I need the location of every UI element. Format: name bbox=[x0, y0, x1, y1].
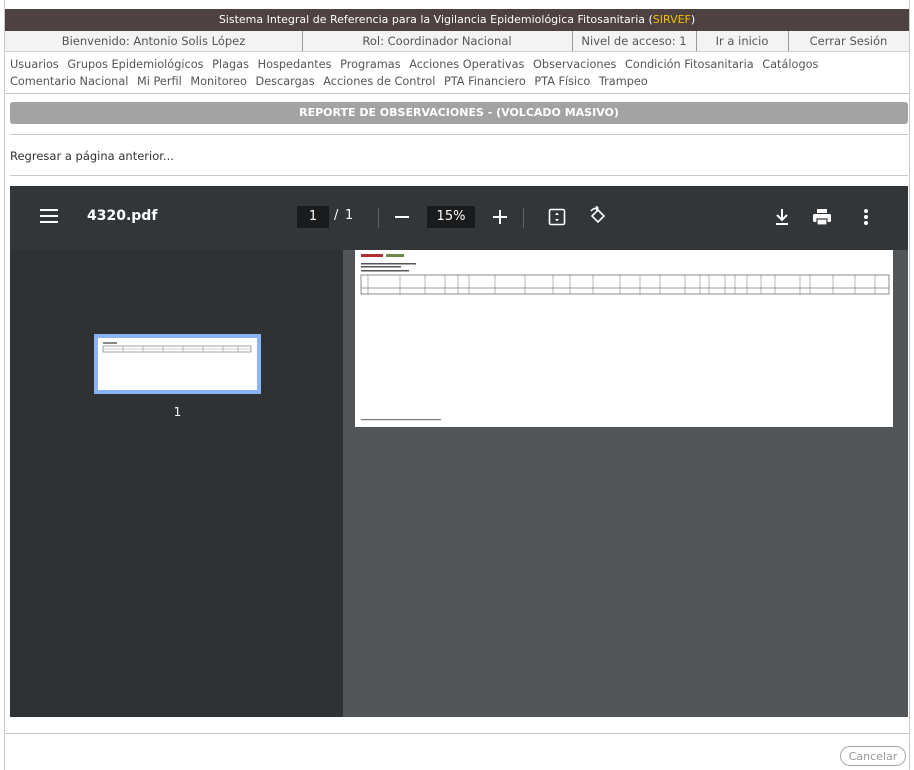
app-title-prefix: Sistema Integral de Referencia para la V… bbox=[218, 13, 653, 26]
user-bar: Bienvenido: Antonio Solis López Rol: Coo… bbox=[5, 31, 909, 52]
menu-item-hospedantes[interactable]: Hospedantes bbox=[258, 58, 332, 71]
toolbar-divider bbox=[523, 208, 524, 228]
thumbnail-page bbox=[98, 338, 257, 390]
menu-item-mi-perfil[interactable]: Mi Perfil bbox=[137, 75, 182, 88]
page-total: 1 bbox=[345, 208, 354, 223]
role-text: Rol: Coordinador Nacional bbox=[302, 31, 573, 51]
toolbar-divider bbox=[378, 208, 379, 228]
menu-item-pta-financiero[interactable]: PTA Financiero bbox=[444, 75, 526, 88]
pdf-viewer: 4320.pdf 1 / 1 15% 1 bbox=[10, 186, 908, 717]
divider bbox=[5, 733, 909, 734]
divider bbox=[10, 134, 908, 135]
menu-item-acciones-de-control[interactable]: Acciones de Control bbox=[323, 75, 435, 88]
rotate-icon[interactable] bbox=[588, 205, 608, 230]
access-level-text: Nivel de acceso: 1 bbox=[572, 31, 697, 51]
zoom-level-input[interactable]: 15% bbox=[427, 206, 475, 228]
menu-item-observaciones[interactable]: Observaciones bbox=[533, 58, 616, 71]
page-separator: / bbox=[334, 208, 339, 223]
menu-item-catalogos[interactable]: Catálogos bbox=[762, 58, 818, 71]
divider bbox=[5, 93, 909, 94]
more-icon[interactable] bbox=[863, 208, 869, 230]
thumbnail-page-number: 1 bbox=[173, 405, 182, 419]
app-title-suffix: ) bbox=[690, 13, 696, 26]
page-thumbnail[interactable] bbox=[94, 334, 261, 394]
menu-item-descargas[interactable]: Descargas bbox=[256, 75, 315, 88]
menu-item-monitoreo[interactable]: Monitoreo bbox=[190, 75, 247, 88]
menu-item-pta-fisico[interactable]: PTA Físico bbox=[534, 75, 590, 88]
thumbnail-sidebar: 1 bbox=[10, 250, 343, 717]
cancel-button[interactable]: Cancelar bbox=[840, 746, 906, 766]
print-icon[interactable] bbox=[812, 208, 832, 230]
zoom-in-icon[interactable] bbox=[492, 209, 508, 229]
report-title-bar: REPORTE DE OBSERVACIONES - (VOLCADO MASI… bbox=[10, 102, 908, 124]
download-icon[interactable] bbox=[774, 208, 790, 230]
app-title-acronym: SIRVEF bbox=[652, 13, 691, 26]
menu-item-programas[interactable]: Programas bbox=[340, 58, 400, 71]
zoom-out-icon[interactable] bbox=[394, 209, 410, 229]
pdf-page bbox=[355, 250, 893, 427]
divider bbox=[10, 175, 908, 176]
main-menu: Usuarios Grupos Epidemiológicos Plagas H… bbox=[10, 56, 905, 90]
menu-icon[interactable] bbox=[40, 208, 58, 228]
page-number-input[interactable]: 1 bbox=[297, 206, 329, 228]
menu-item-acciones-operativas[interactable]: Acciones Operativas bbox=[409, 58, 524, 71]
logout-link[interactable]: Cerrar Sesión bbox=[788, 31, 909, 51]
pdf-toolbar: 4320.pdf 1 / 1 15% bbox=[10, 186, 908, 250]
app-title-bar: Sistema Integral de Referencia para la V… bbox=[5, 9, 909, 31]
welcome-text: Bienvenido: Antonio Solis López bbox=[5, 31, 303, 51]
menu-item-grupos-epidemiologicos[interactable]: Grupos Epidemiológicos bbox=[67, 58, 203, 71]
menu-item-comentario-nacional[interactable]: Comentario Nacional bbox=[10, 75, 128, 88]
menu-item-trampeo[interactable]: Trampeo bbox=[599, 75, 648, 88]
menu-item-condicion-fitosanitaria[interactable]: Condición Fitosanitaria bbox=[625, 58, 754, 71]
fit-page-icon[interactable] bbox=[548, 208, 566, 230]
pdf-filename: 4320.pdf bbox=[87, 208, 158, 224]
menu-item-usuarios[interactable]: Usuarios bbox=[10, 58, 59, 71]
home-link[interactable]: Ir a inicio bbox=[696, 31, 789, 51]
menu-item-plagas[interactable]: Plagas bbox=[212, 58, 249, 71]
back-link[interactable]: Regresar a página anterior... bbox=[10, 149, 174, 163]
